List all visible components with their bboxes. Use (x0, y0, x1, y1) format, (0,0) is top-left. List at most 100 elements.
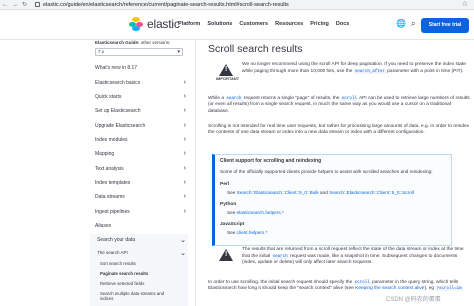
sidebar-item-whats-new[interactable]: What's new in 8.17 (90, 65, 190, 71)
important-text-line: point in time (PIT). (424, 68, 464, 74)
warning-triangle-icon (219, 249, 233, 261)
sidebar-title: Elasticsearch Guide: other versions: (95, 40, 170, 45)
text: parameter in the query string, which (372, 280, 449, 285)
top-nav: Platform Solutions Customers Resources P… (178, 21, 356, 27)
chevron-right-icon[interactable]: › (184, 93, 186, 100)
keep-context-alive-link[interactable]: Keeping the search context alive (355, 286, 424, 291)
nav-solutions[interactable]: Solutions (207, 21, 232, 27)
sidebar-item-index-modules[interactable]: Index modules › (90, 136, 190, 143)
version-select[interactable]: 7.x (95, 48, 183, 56)
main-content: Scroll search results IMPORTANT We no lo… (200, 40, 474, 306)
chevron-right-icon[interactable]: › (184, 122, 186, 129)
csdn-watermark: CSDN @码农的蛋蛋 (386, 297, 441, 303)
sidebar-item-label: Index modules (95, 137, 128, 143)
chevron-right-icon[interactable]: › (184, 165, 186, 172)
nav-pricing[interactable]: Pricing (310, 21, 329, 27)
sidebar-item-label: Search your data (97, 237, 136, 243)
intro-paragraph: While a search request returns a single … (208, 96, 470, 115)
search-icon[interactable]: ⌕ (411, 20, 415, 28)
chevron-down-icon[interactable]: ⌄ (180, 236, 186, 244)
sidebar-item-aliases[interactable]: Aliases (90, 223, 190, 229)
sidebar-item-paginate-results[interactable]: Paginate search results (90, 271, 190, 276)
important-text-line: We no longer recommend using the scroll … (242, 62, 442, 67)
javascript-see-line: See client.helpers.* (227, 230, 267, 235)
nav-customers[interactable]: Customers (239, 21, 268, 27)
usage-paragraph: In order to use scrolling, the initial s… (208, 280, 470, 293)
scroll-code: scroll (340, 97, 358, 101)
note-callout: The results that are returned from a scr… (208, 247, 466, 275)
other-versions-label: other versions: (140, 40, 171, 45)
chevron-right-icon[interactable]: › (184, 79, 186, 86)
chevron-right-icon[interactable]: › (184, 179, 186, 186)
text: Scrolling is not intended for real time … (208, 124, 447, 129)
url-field[interactable]: elastic.co/guide/en/elasticsearch/refere… (43, 0, 289, 10)
sidebar-item-label: Set up Elasticsearch (95, 108, 141, 114)
javascript-label: JavaScript (220, 222, 245, 227)
sidebar-item-label: Index templates (95, 180, 131, 186)
chevron-down-icon[interactable]: ⌄ (180, 249, 186, 257)
lock-icon[interactable] (35, 2, 41, 7)
search-after-link[interactable]: search_after (353, 69, 386, 74)
header-icons: 🌐 ⌕ (396, 20, 420, 28)
sidebar-item-label: Sort search results (100, 261, 136, 266)
sidebar-item-ingest-pipelines[interactable]: Ingest pipelines › (90, 208, 190, 215)
text: configuration. (395, 130, 425, 136)
elastic-logo[interactable]: elastic (129, 17, 180, 31)
sidebar-item-label: Paginate search results (100, 271, 149, 276)
globe-icon[interactable]: 🌐 (396, 20, 406, 28)
perl-label: Perl (220, 182, 230, 187)
sidebar-item-upgrade[interactable]: Upgrade Elasticsearch › (90, 122, 190, 129)
perl-bulk-link[interactable]: Search::Elasticsearch::Client::5_0::Bulk (237, 190, 319, 195)
sidebar-item-text-analysis[interactable]: Text analysis › (90, 165, 190, 172)
sidebar-item-search-your-data[interactable]: Search your data ⌄ (90, 236, 190, 244)
bookmark-star-icon[interactable]: ☆ (462, 0, 468, 10)
sidebar-item-quick-starts[interactable]: Quick starts › (90, 93, 190, 100)
sidebar-item-search-api[interactable]: The search API ⌄ (90, 249, 190, 257)
chevron-right-icon[interactable]: › (184, 208, 186, 215)
client-support-sidebar: Client support for scrolling and reindex… (212, 154, 452, 246)
note-icon (216, 249, 236, 261)
sidebar-item-setup[interactable]: Set up Elasticsearch › (90, 107, 190, 114)
chevron-right-icon[interactable]: › (184, 107, 186, 114)
sidebar-item-basics[interactable]: Elasticsearch basics › (90, 79, 190, 86)
nav-resources[interactable]: Resources (275, 21, 303, 27)
sidebar-expanded-section: Search your data ⌄ The search API ⌄ Sort s… (90, 234, 188, 306)
chevron-right-icon[interactable]: › (184, 136, 186, 143)
important-text: We no longer recommend using the scroll … (242, 62, 470, 75)
sidebar-item-label: Quick starts (95, 94, 122, 100)
and-text: and (320, 190, 328, 195)
perl-see-line: See Search::Elasticsearch::Client::5_0::… (227, 190, 414, 195)
sidebar-item-label: Data streams (95, 194, 125, 200)
chevron-right-icon[interactable]: › (184, 150, 186, 157)
python-helpers-link[interactable]: elasticsearch.helpers.* (237, 210, 284, 215)
chevron-right-icon[interactable]: › (184, 193, 186, 200)
forward-icon[interactable]: → (10, 0, 20, 10)
reload-icon[interactable]: ↻ (20, 0, 29, 10)
sidebar-item-search-multiple[interactable]: Search multiple data streams and indices (90, 291, 178, 301)
start-free-trial-button[interactable]: Start free trial (421, 18, 469, 33)
sidebar-item-mapping[interactable]: Mapping › (90, 150, 190, 157)
nav-platform[interactable]: Platform (178, 21, 200, 27)
logo-text: elastic (147, 17, 180, 31)
back-icon[interactable]: ← (0, 0, 10, 10)
sidebar-item-sort-results[interactable]: Sort search results (90, 261, 190, 266)
search-code: search (271, 254, 289, 259)
text: The results that are returned from a scr… (242, 247, 446, 252)
text: request was made, like a snapshot in tim… (290, 253, 428, 259)
sidebar-item-data-streams[interactable]: Data streams › (90, 193, 190, 200)
client-support-title: Client support for scrolling and reindex… (220, 158, 322, 164)
sidebar-item-label: Mapping (95, 151, 115, 157)
warning-triangle-icon (219, 64, 233, 76)
nav-docs[interactable]: Docs (336, 21, 349, 27)
perl-scroll-link[interactable]: Search::Elasticsearch::Client::5_0::Scro… (329, 190, 414, 195)
scroll-code: scroll (353, 281, 371, 285)
important-icon: IMPORTANT (216, 64, 239, 81)
sidebar-item-label: Upgrade Elasticsearch (95, 123, 146, 129)
text: request returns a single "page" of resul… (243, 96, 340, 101)
text: API can be used to retrieve large number… (358, 96, 449, 101)
sidebar-item-retrieve-fields[interactable]: Retrieve selected fields (90, 281, 190, 286)
text: ), eg (424, 286, 435, 292)
client-support-intro: Some of the officially supported clients… (220, 169, 433, 174)
sidebar-item-index-templates[interactable]: Index templates › (90, 179, 190, 186)
js-helpers-link[interactable]: client.helpers.* (237, 230, 268, 235)
